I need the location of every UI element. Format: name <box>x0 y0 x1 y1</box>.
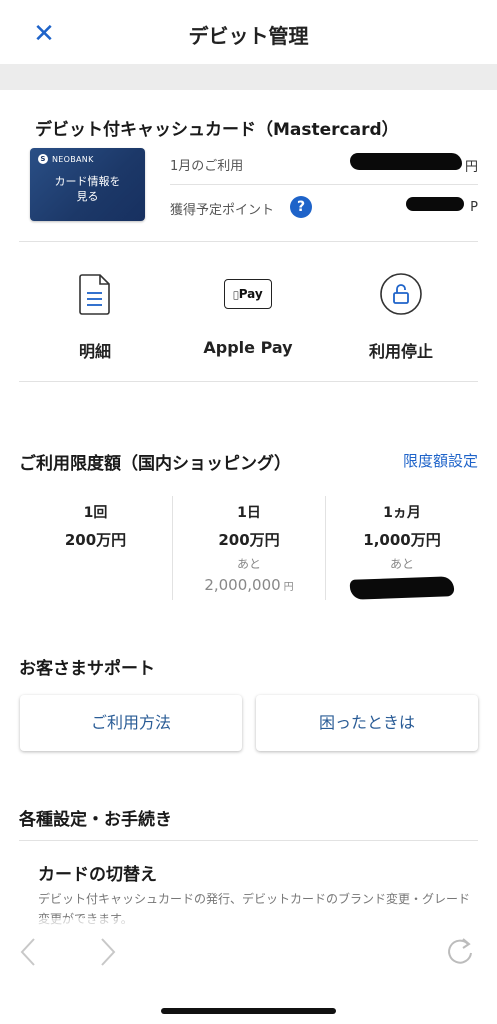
card-title: デビット付キャッシュカード（Mastercard） <box>35 120 399 140</box>
redacted-points-amount <box>406 197 464 211</box>
card-brand-text: NEOBANK <box>52 154 94 164</box>
redacted-usage-amount <box>350 153 462 170</box>
troubleshooting-button[interactable]: 困ったときは <box>256 695 478 751</box>
remaining-label: あと <box>389 557 414 571</box>
apple-pay-button[interactable]: Pay Apple Pay <box>178 270 318 357</box>
apple-pay-icon: Pay <box>224 279 272 309</box>
home-indicator <box>161 1008 336 1014</box>
reload-icon[interactable] <box>446 935 476 975</box>
points-label: 獲得予定ポイント <box>170 203 275 218</box>
usage-label: 1月のご利用 <box>170 159 244 174</box>
section-divider <box>19 840 478 841</box>
page-title: デビット管理 <box>188 24 309 48</box>
usage-row: 1月のご利用 円 <box>170 153 478 175</box>
limit-amount: 200万円 <box>218 531 280 549</box>
limit-per-transaction: 1回 200万円 <box>19 496 172 600</box>
limit-section-title: ご利用限度額（国内ショッピング） <box>19 454 291 474</box>
limit-settings-link[interactable]: 限度額設定 <box>403 450 478 471</box>
header-separator-band <box>0 64 497 90</box>
setting-item-title: カードの切替え <box>38 865 157 885</box>
neobank-logo: S NEOBANK <box>38 154 94 164</box>
lock-icon <box>331 270 471 318</box>
back-chevron-icon[interactable] <box>18 936 38 976</box>
statement-button[interactable]: 明細 <box>25 270 165 362</box>
usage-unit: 円 <box>464 160 478 175</box>
statement-label: 明細 <box>78 342 111 361</box>
points-row: 獲得予定ポイント ? P <box>170 196 478 218</box>
limit-period: 1ヵ月 <box>383 505 421 521</box>
limit-amount: 1,000万円 <box>363 531 441 549</box>
card-info-button[interactable]: S NEOBANK カード情報を 見る <box>30 148 145 221</box>
remaining-amount: 2,000,000 円 <box>204 576 294 594</box>
apple-pay-label: Apple Pay <box>203 338 293 357</box>
limit-period: 1回 <box>83 505 108 521</box>
support-section-title: お客さまサポート <box>19 659 155 679</box>
section-divider <box>19 241 478 242</box>
how-to-use-button[interactable]: ご利用方法 <box>20 695 242 751</box>
points-unit: P <box>470 200 478 215</box>
limit-per-month: 1ヵ月 1,000万円 あと <box>325 496 478 600</box>
row-divider <box>170 184 478 185</box>
limit-amount: 200万円 <box>64 531 127 549</box>
suspend-usage-label: 利用停止 <box>368 342 433 361</box>
limit-per-day: 1日 200万円 あと 2,000,000 円 <box>172 496 325 600</box>
statement-document-icon <box>25 270 165 318</box>
suspend-usage-button[interactable]: 利用停止 <box>331 270 471 362</box>
header: ✕ デビット管理 <box>0 0 497 64</box>
card-info-label: カード情報を 見る <box>54 175 121 203</box>
neobank-mark-icon: S <box>38 154 48 164</box>
limit-period: 1日 <box>237 505 261 521</box>
settings-section-title: 各種設定・お手続き <box>19 810 172 830</box>
remaining-label: あと <box>236 557 261 571</box>
help-icon[interactable]: ? <box>290 196 312 218</box>
redacted-remaining-amount <box>349 576 455 600</box>
forward-chevron-icon[interactable] <box>98 936 118 976</box>
section-divider <box>19 381 478 382</box>
